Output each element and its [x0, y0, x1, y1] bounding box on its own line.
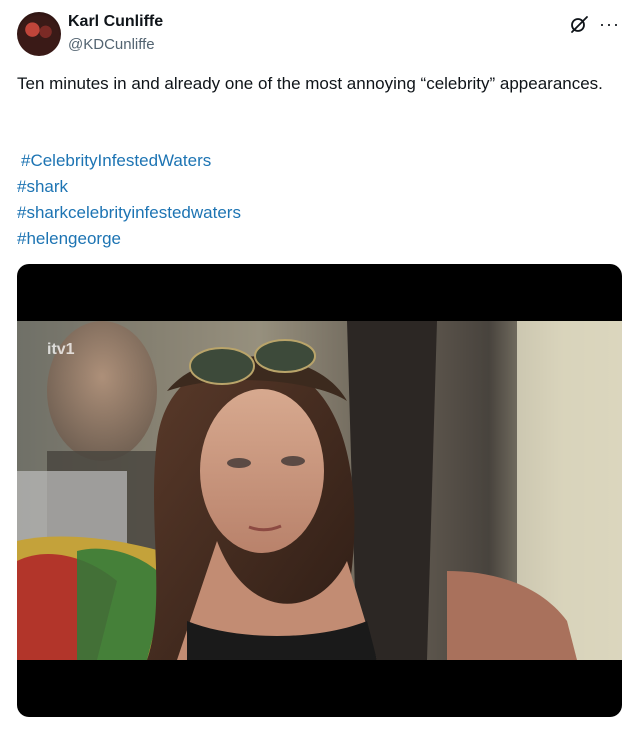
video-media[interactable]: itv1	[17, 264, 622, 717]
tweet-text: Ten minutes in and already one of the mo…	[17, 74, 603, 93]
tweet-actions: ···	[569, 14, 620, 34]
avatar[interactable]	[17, 12, 61, 56]
itv-watermark: itv1	[47, 341, 75, 358]
hashtag-link[interactable]: #helengeorge	[17, 226, 241, 252]
video-still-image: itv1	[17, 321, 622, 660]
tweet-card: Karl Cunliffe @KDCunliffe ··· Ten minute…	[0, 0, 634, 729]
author-handle[interactable]: @KDCunliffe	[68, 36, 155, 53]
hashtag-link[interactable]: #CelebrityInfestedWaters	[17, 148, 241, 174]
video-frame: itv1	[17, 321, 622, 660]
hashtag-list: #CelebrityInfestedWaters #shark #sharkce…	[17, 148, 241, 252]
more-icon[interactable]: ···	[599, 14, 620, 34]
author-name[interactable]: Karl Cunliffe	[68, 13, 163, 31]
hashtag-link[interactable]: #shark	[17, 174, 241, 200]
grok-icon[interactable]	[569, 14, 589, 34]
hashtag-link[interactable]: #sharkcelebrityinfestedwaters	[17, 200, 241, 226]
